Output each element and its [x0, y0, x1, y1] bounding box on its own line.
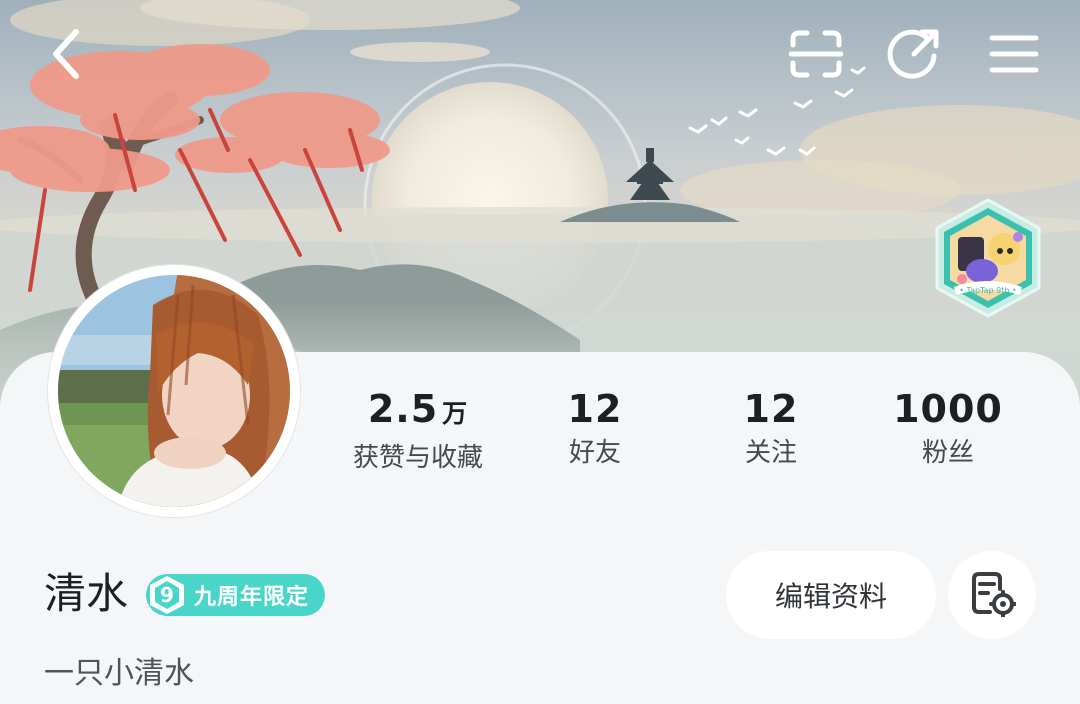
- stat-value: 12: [743, 387, 799, 431]
- avatar[interactable]: [48, 265, 300, 517]
- profile-settings-icon: [968, 569, 1017, 621]
- profile-screen: • TapTap 9th • 2.5 万 获赞与收藏 12 好友 12 关注 1…: [0, 0, 1080, 704]
- stat-friends[interactable]: 12 好友: [545, 385, 645, 471]
- anniversary-hex-badge[interactable]: • TapTap 9th •: [932, 197, 1044, 319]
- stat-likes-favorites[interactable]: 2.5 万 获赞与收藏: [338, 385, 498, 476]
- bio-text: 一只小清水: [44, 656, 194, 691]
- stat-value: 1000: [893, 387, 1003, 431]
- scan-button[interactable]: [784, 22, 848, 86]
- avatar-photo: [58, 275, 290, 507]
- stat-value: 2.5 万: [367, 387, 469, 431]
- share-button[interactable]: [882, 22, 946, 86]
- hamburger-menu-icon: [988, 32, 1040, 76]
- anniversary-tag-label: 九周年限定: [194, 585, 310, 610]
- chevron-left-icon: [46, 28, 86, 80]
- svg-text:9: 9: [160, 583, 174, 607]
- stat-followers[interactable]: 1000 粉丝: [878, 385, 1018, 471]
- stat-unit: 万: [442, 399, 469, 428]
- share-icon: [886, 26, 942, 82]
- profile-settings-button[interactable]: [948, 551, 1036, 639]
- menu-button[interactable]: [982, 22, 1046, 86]
- username: 清水: [44, 569, 129, 618]
- scan-icon: [789, 29, 843, 79]
- back-button[interactable]: [34, 22, 98, 86]
- stat-label: 关注: [744, 438, 797, 468]
- stat-value: 12: [567, 387, 623, 431]
- stat-label: 粉丝: [921, 438, 974, 468]
- svg-text:• TapTap 9th •: • TapTap 9th •: [959, 286, 1016, 295]
- stat-following[interactable]: 12 关注: [721, 385, 821, 471]
- anniversary-tag[interactable]: 9 九周年限定: [146, 574, 326, 616]
- nine-hex-icon: 9: [146, 574, 188, 616]
- stat-label: 好友: [568, 438, 621, 468]
- stat-label: 获赞与收藏: [352, 443, 483, 473]
- edit-profile-button[interactable]: 编辑资料: [726, 551, 936, 639]
